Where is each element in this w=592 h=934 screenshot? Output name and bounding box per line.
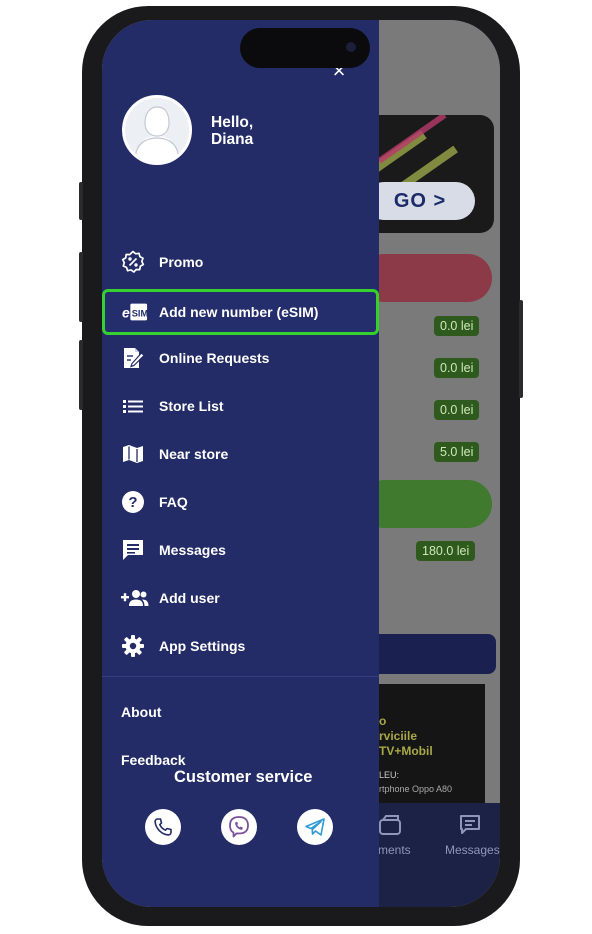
feedback-link[interactable]: Feedback <box>121 752 186 768</box>
telegram-icon <box>305 818 325 836</box>
messages-icon <box>460 815 480 834</box>
customer-service-title: Customer service <box>174 768 313 786</box>
balance-bar-red <box>360 254 492 302</box>
menu-item-messages[interactable]: Messages <box>102 530 379 570</box>
about-link[interactable]: About <box>121 704 161 720</box>
gear-icon <box>121 634 145 658</box>
phone-icon <box>154 818 172 836</box>
percent-badge-icon <box>121 250 145 274</box>
volume-up-button <box>79 252 83 322</box>
payments-icon <box>379 815 401 835</box>
user-silhouette-icon <box>134 106 180 162</box>
menu-item-app-settings[interactable]: App Settings <box>102 626 379 666</box>
promo-go-button[interactable]: GO > <box>365 182 475 220</box>
add-user-icon <box>121 586 149 610</box>
amount-pill: 0.0 lei <box>434 316 480 336</box>
menu-item-label: Add new number (eSIM) <box>159 304 319 320</box>
menu-item-store-list[interactable]: Store List <box>102 386 379 426</box>
svg-text:?: ? <box>128 494 137 511</box>
greeting-line1: Hello, <box>211 114 254 131</box>
map-icon <box>121 442 145 466</box>
menu-item-label: Store List <box>159 398 224 414</box>
viber-button[interactable] <box>221 809 257 845</box>
viber-icon <box>229 816 249 838</box>
greeting: Hello, Diana <box>211 114 253 148</box>
menu-item-near-store[interactable]: Near store <box>102 434 379 474</box>
menu-item-label: Near store <box>159 446 229 462</box>
amount-pill: 0.0 lei <box>434 400 480 420</box>
menu-item-label: Online Requests <box>159 350 270 366</box>
front-camera <box>346 42 356 52</box>
avatar[interactable] <box>122 95 192 165</box>
menu-item-add-user[interactable]: Add user <box>102 578 379 618</box>
edit-document-icon <box>121 346 145 370</box>
menu-item-label: App Settings <box>159 638 246 654</box>
menu-item-promo[interactable]: Promo <box>102 242 379 282</box>
menu-item-label: Promo <box>159 254 204 270</box>
menu-item-online-requests[interactable]: Online Requests <box>102 338 379 378</box>
section-strip[interactable] <box>360 634 496 674</box>
menu-item-label: Messages <box>159 542 226 558</box>
navigation-drawer: × Hello, Diana Promo e SIM Add new numbe… <box>102 20 379 907</box>
drawer-divider <box>102 676 379 677</box>
bottom-tab-bar: rments Messages <box>360 803 500 907</box>
svg-text:e: e <box>122 305 130 321</box>
amount-pill: 180.0 lei <box>416 541 476 561</box>
menu-item-add-esim[interactable]: e SIM Add new number (eSIM) <box>102 289 379 335</box>
menu-item-label: Add user <box>159 590 220 606</box>
esim-icon: e SIM <box>122 300 148 324</box>
chat-icon <box>121 538 145 562</box>
tab-messages-label[interactable]: Messages <box>445 843 500 857</box>
amount-pill: 5.0 lei <box>434 442 480 462</box>
menu-item-label: FAQ <box>159 494 188 510</box>
menu-item-faq[interactable]: ? FAQ <box>102 482 379 522</box>
tab-payments-label[interactable]: rments <box>374 843 411 857</box>
svg-text:SIM: SIM <box>132 309 148 319</box>
balance-bar-green <box>360 480 492 528</box>
telegram-button[interactable] <box>297 809 333 845</box>
call-button[interactable] <box>145 809 181 845</box>
volume-down-button <box>79 340 83 410</box>
phone-screen: GO > 0.0 lei 0.0 lei 0.0 lei 5.0 lei 180… <box>102 20 500 907</box>
list-icon <box>121 394 145 418</box>
help-circle-icon: ? <box>121 490 145 514</box>
amount-pill: 0.0 lei <box>434 358 480 378</box>
power-button <box>519 300 523 398</box>
greeting-user-name: Diana <box>211 131 254 148</box>
promo-poster[interactable]: o rviciile TV+Mobil LEU: rtphone Oppo A8… <box>377 684 485 804</box>
action-button <box>79 182 83 220</box>
